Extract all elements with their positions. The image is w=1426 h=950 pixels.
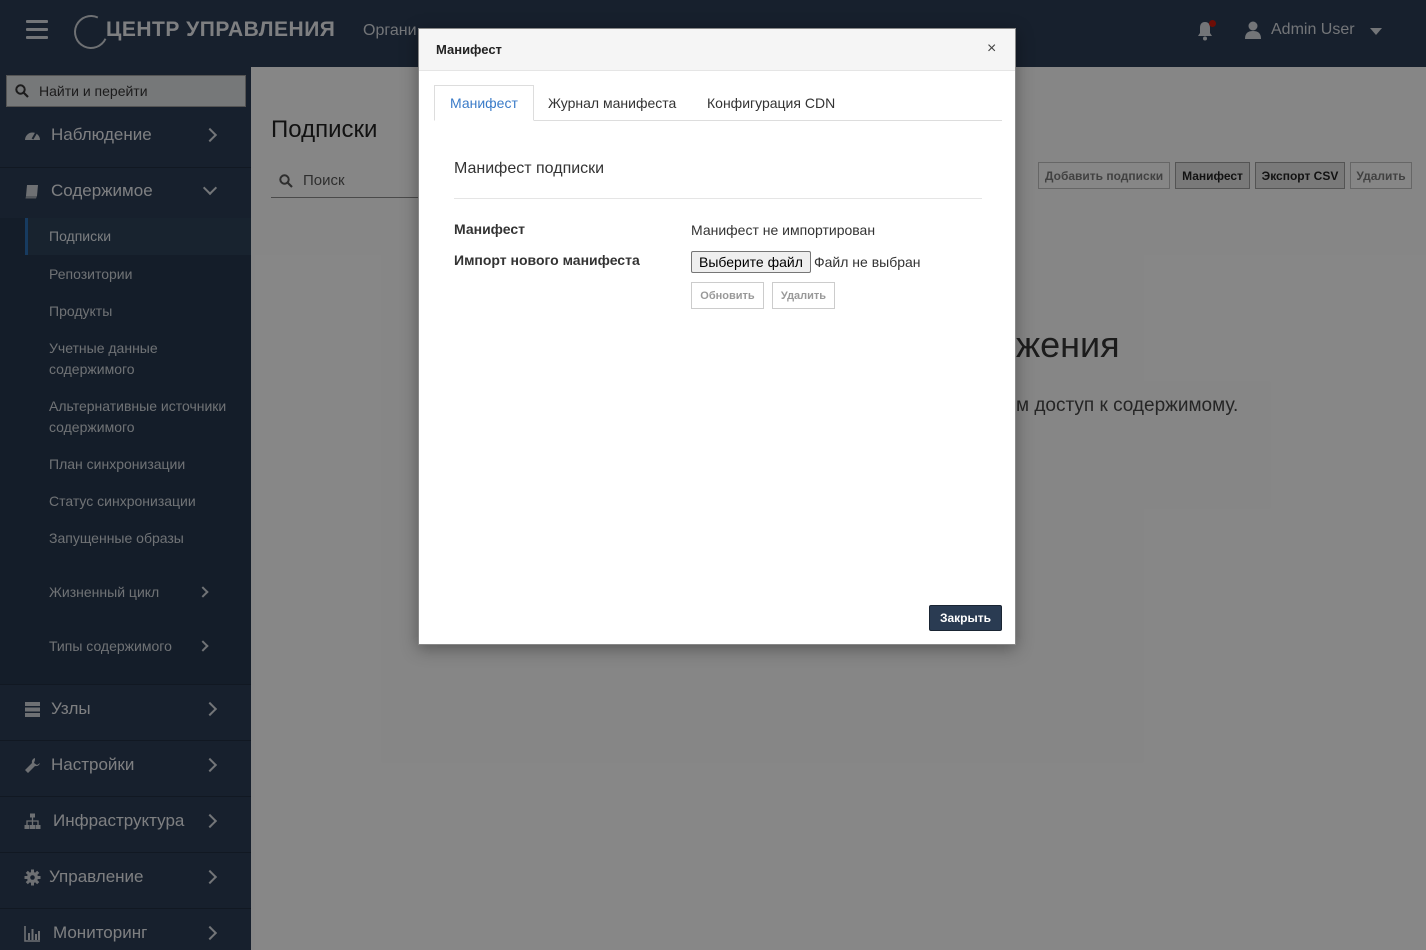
close-icon[interactable]: × [987,40,996,58]
close-modal-button[interactable]: Закрыть [929,605,1002,631]
file-status: Файл не выбран [814,254,921,270]
manifest-modal: Манифест × Манифест Журнал манифеста Кон… [418,28,1016,645]
tab-manifest-history[interactable]: Журнал манифеста [533,85,691,121]
manifest-value: Манифест не импортирован [691,222,876,238]
choose-file-button[interactable]: Выберите файл [691,251,811,273]
tab-cdn-configuration[interactable]: Конфигурация CDN [692,85,850,121]
tab-manifest[interactable]: Манифест [434,85,534,121]
import-manifest-label: Импорт нового манифеста [454,252,640,268]
modal-tabs: Манифест Журнал манифеста Конфигурация C… [434,85,1002,121]
section-title: Манифест подписки [454,160,605,177]
modal-header: Манифест × [419,29,1015,71]
manifest-label: Манифест [454,221,525,237]
divider [454,198,982,199]
delete-manifest-button[interactable]: Удалить [772,282,835,309]
refresh-manifest-button[interactable]: Обновить [691,282,764,309]
modal-title: Манифест [436,42,502,57]
